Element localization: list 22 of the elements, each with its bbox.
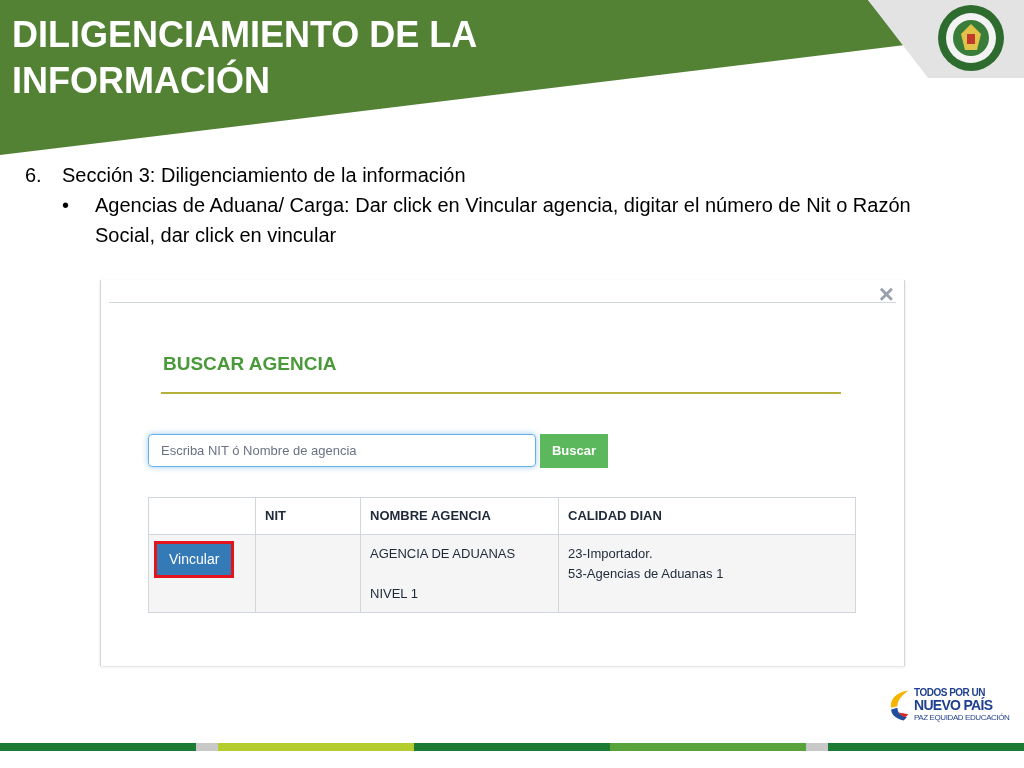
column-header: CALIDAD DIAN: [568, 508, 662, 524]
logo-text: PAZ EQUIDAD EDUCACIÓN: [914, 714, 1010, 722]
dialog-title: BUSCAR AGENCIA: [163, 352, 337, 376]
table-cell-text: 53-Agencias de Aduanas 1: [568, 565, 725, 583]
slide-title: DILIGENCIAMIENTO DE LA INFORMACIÓN: [12, 13, 477, 103]
table-cell-text: AGENCIA DE ADUANAS: [370, 545, 517, 563]
link-button[interactable]: Vincular: [157, 544, 232, 575]
close-button[interactable]: ×: [878, 280, 894, 308]
bullet-text: Agencias de Aduana/ Carga: Dar click en Vincular agencia, digitar el número de Nit o Razón Social, dar click en vincular: [95, 193, 912, 248]
column-header: NOMBRE AGENCIA: [370, 508, 491, 524]
brand-swoosh-icon: [888, 688, 910, 722]
list-text: Sección 3: Diligenciamiento de la información: [62, 163, 466, 188]
search-button[interactable]: Buscar: [540, 434, 608, 468]
logo-text: NUEVO PAÍS: [914, 698, 994, 712]
bullet: •: [62, 193, 70, 218]
table-cell-text: 23-Importador.: [568, 545, 654, 563]
logo-text: TODOS POR UN: [914, 688, 986, 698]
emblem-icon: [937, 4, 1005, 72]
table-cell-text: NIVEL 1: [370, 584, 419, 603]
search-field[interactable]: Escriba NIT ó Nombre de agencia: [148, 434, 536, 467]
column-header: NIT: [265, 508, 286, 524]
list-number: 6.: [25, 163, 43, 188]
